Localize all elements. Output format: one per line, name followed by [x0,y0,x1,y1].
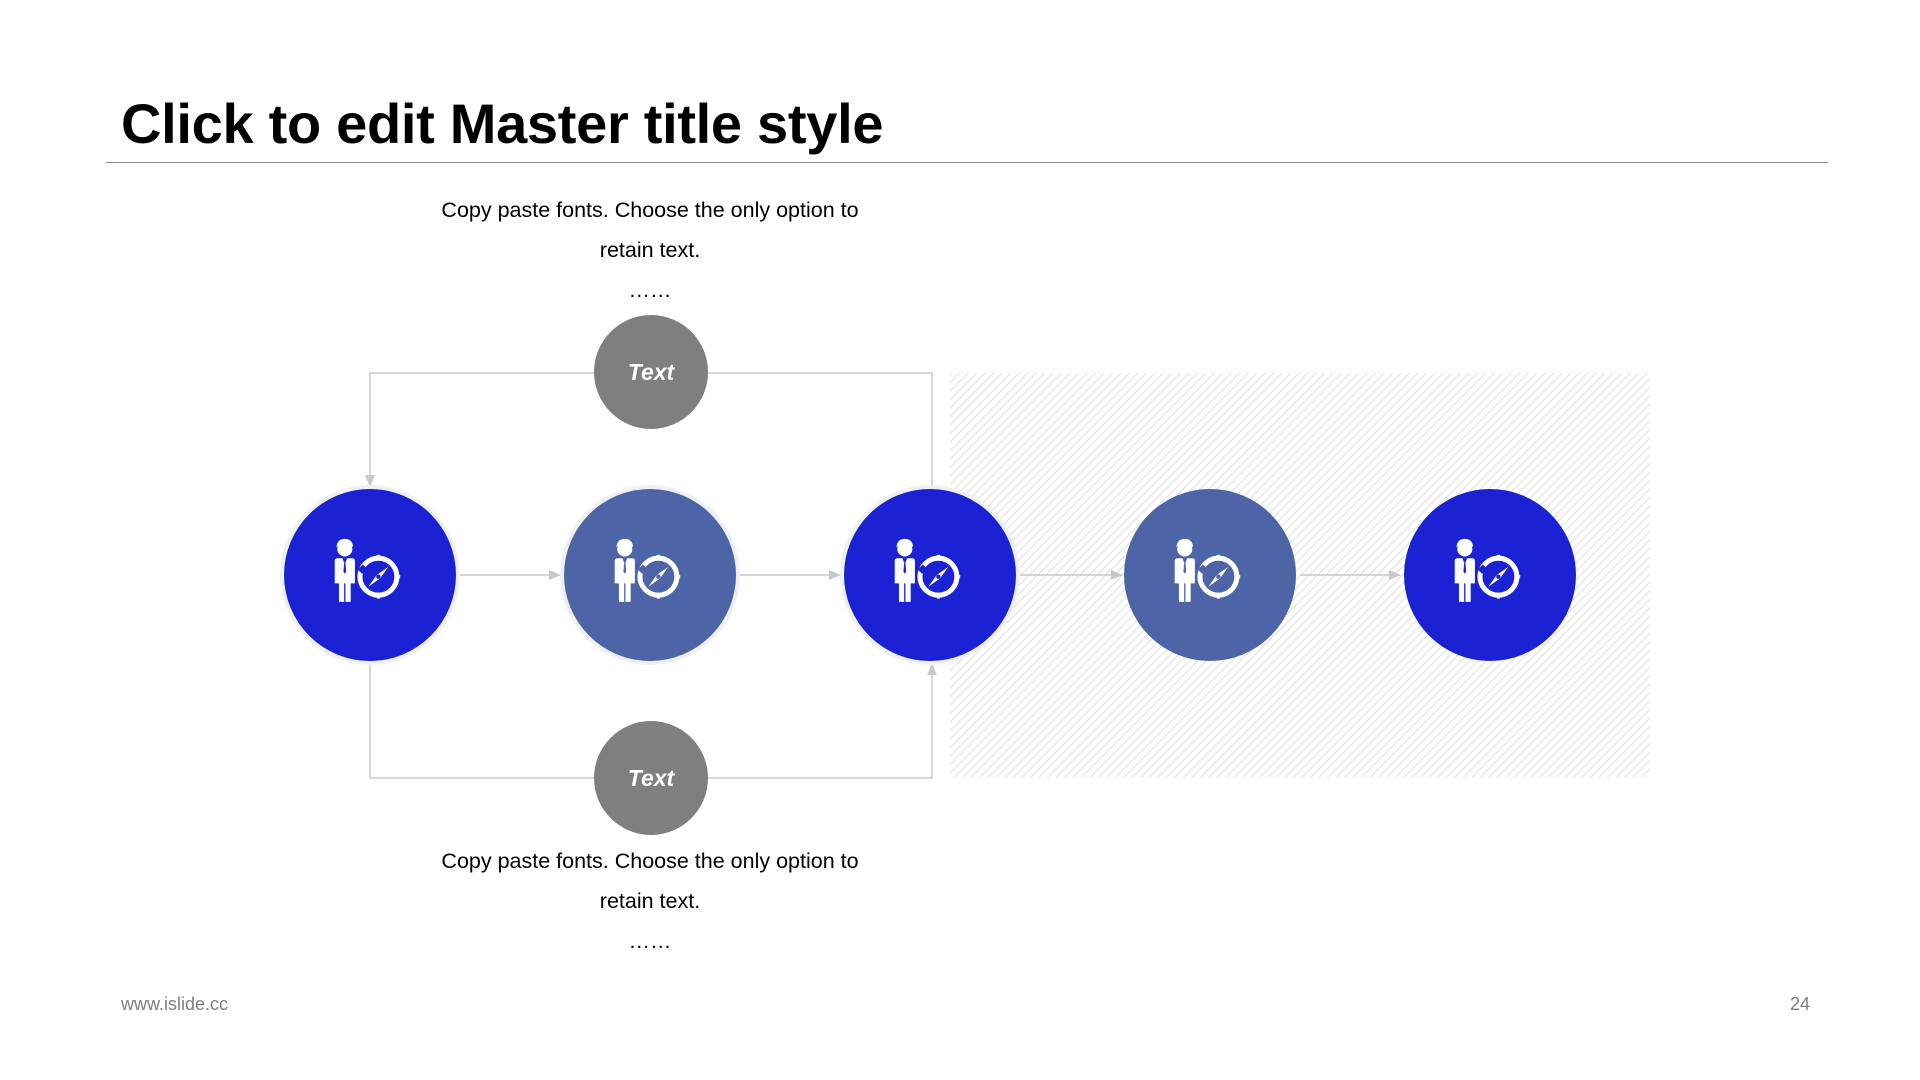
branch-node-bottom: Text [594,721,708,835]
caption-bottom-line-1: Copy paste fonts. Choose the only option… [441,849,859,873]
caption-bottom-ellipsis: …… [628,929,672,953]
process-node-1 [280,485,460,665]
process-node-5 [1404,489,1576,661]
process-node-4 [1124,489,1296,661]
process-node-2 [560,485,740,665]
process-diagram: Text Text [280,315,1650,835]
caption-bottom-line-2: retain text. [599,889,701,913]
page-number: 24 [1789,994,1810,1014]
footer-website: www.islide.cc [121,994,229,1014]
process-node-3 [840,485,1020,665]
branch-node-bottom-label: Text [628,765,676,791]
branch-node-top: Text [594,315,708,429]
branch-node-top-label: Text [628,359,676,385]
caption-bottom: Copy paste fonts. Choose the only option… [400,841,900,961]
